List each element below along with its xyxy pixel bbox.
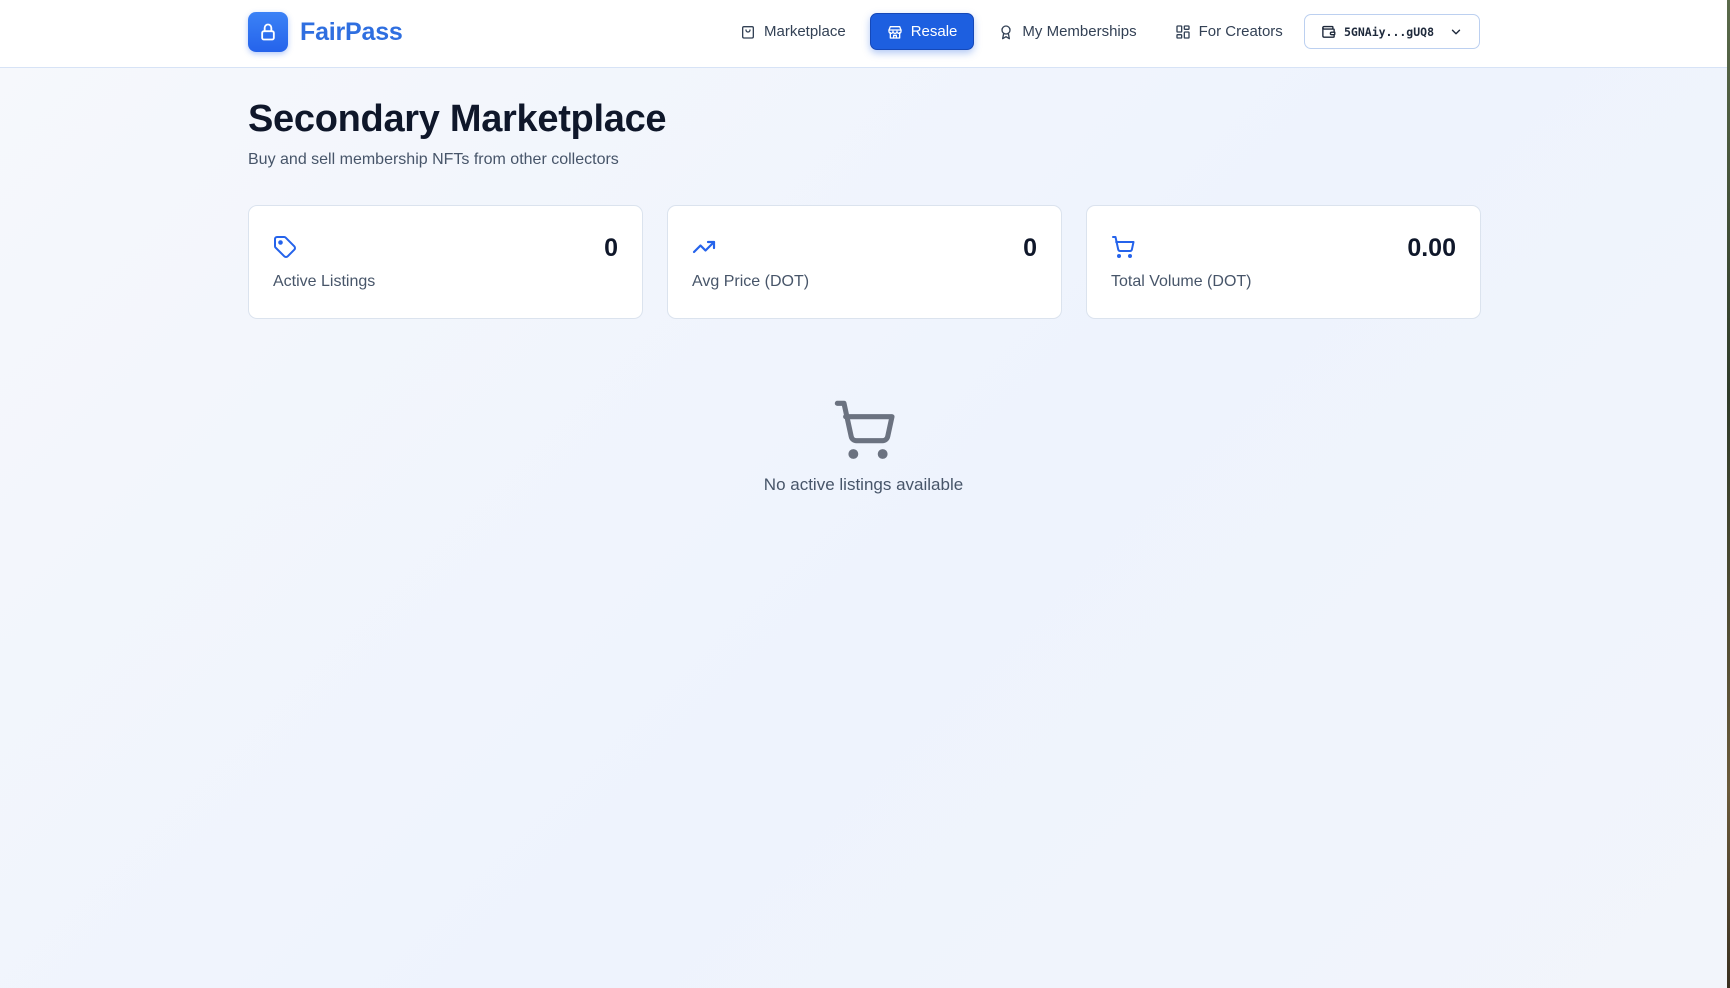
lock-icon (248, 12, 288, 52)
stat-value: 0 (1023, 234, 1037, 262)
nav-marketplace[interactable]: Marketplace (726, 13, 860, 50)
wallet-button[interactable]: 5GNAiy...gUQ8 (1304, 14, 1480, 49)
nav-my-memberships-label: My Memberships (1022, 23, 1137, 40)
page-subtitle: Buy and sell membership NFTs from other … (248, 151, 619, 168)
wallet-icon (1322, 25, 1336, 38)
empty-state-text: No active listings available (763, 475, 964, 494)
stats-row: 0 Active Listings 0 Avg Price (DOT) 0.00… (248, 205, 1481, 319)
brand-name: FairPass (300, 17, 403, 46)
trending-up-icon (692, 240, 716, 254)
page-title: Secondary Marketplace (248, 98, 667, 140)
stat-label: Total Volume (DOT) (1111, 273, 1252, 290)
nav-my-memberships[interactable]: My Memberships (984, 13, 1150, 50)
shopping-bag-icon (742, 25, 754, 39)
cart-icon (834, 400, 895, 459)
store-icon (888, 25, 902, 39)
stat-label: Avg Price (DOT) (692, 273, 810, 290)
nav-resale[interactable]: Resale (869, 13, 975, 50)
dashboard-icon (1175, 24, 1190, 39)
tag-icon (274, 236, 296, 258)
brand[interactable]: FairPass (248, 12, 403, 52)
stat-value: 0 (604, 234, 618, 262)
chevron-down-icon (1451, 29, 1461, 34)
stat-card-total-volume: 0.00 Total Volume (DOT) (1086, 205, 1481, 319)
main-nav: Marketplace Resale My Memberships For Cr… (726, 13, 1297, 50)
stat-value: 0.00 (1407, 234, 1456, 262)
stat-card-avg-price: 0 Avg Price (DOT) (667, 205, 1062, 319)
stat-card-active-listings: 0 Active Listings (248, 205, 643, 319)
award-icon (1001, 24, 1012, 39)
nav-for-creators[interactable]: For Creators (1161, 13, 1297, 50)
nav-for-creators-label: For Creators (1198, 23, 1283, 40)
cart-icon (1112, 236, 1135, 258)
nav-resale-label: Resale (910, 23, 958, 40)
nav-marketplace-label: Marketplace (764, 23, 846, 40)
empty-state: No active listings available (0, 398, 1727, 495)
top-navbar: FairPass Marketplace Resale My Membershi… (0, 0, 1727, 68)
stat-label: Active Listings (273, 273, 376, 290)
wallet-address: 5GNAiy...gUQ8 (1344, 24, 1435, 39)
